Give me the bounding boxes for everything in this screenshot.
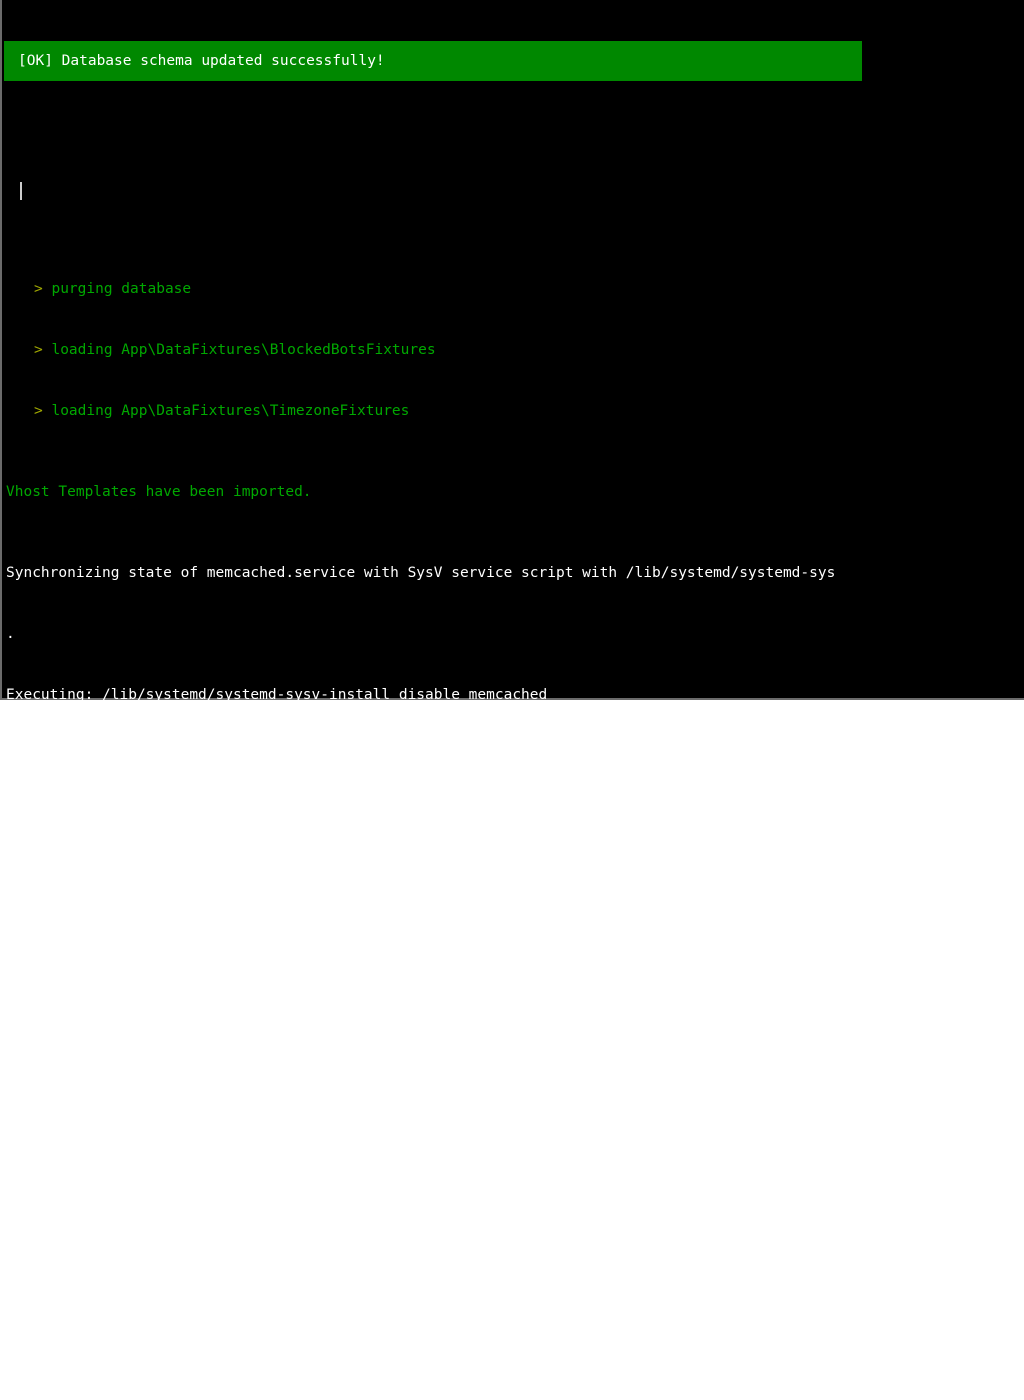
vhost-imported-line: Vhost Templates have been imported. xyxy=(6,482,1024,502)
output-line: Warning: Since password will be sent to … xyxy=(6,1111,1024,1131)
output-line: Processing triggers for systemd (241-7~d… xyxy=(6,1294,1024,1314)
output-line: Processing triggers for libc-bin (2.28-1… xyxy=(6,1233,1024,1253)
ok-banner: [OK] Database schema updated successfull… xyxy=(4,41,862,81)
output-line: vm.overcommit_memory = 1 xyxy=(6,1050,1024,1070)
output-line: ty. xyxy=(6,1172,1024,1192)
terminal-window[interactable]: [OK] Database schema updated successfull… xyxy=(0,0,1024,700)
output-line: Synchronizing state of memcached.service… xyxy=(6,563,1024,583)
output-line: Executing: /lib/systemd/systemd-sysv-ins… xyxy=(6,685,1024,705)
output-line: Removed /etc/systemd/system/multi-user.t… xyxy=(6,989,1024,1009)
output-line: 5). xyxy=(6,807,1024,827)
fixture-line-purging: > purging database xyxy=(6,279,1024,299)
output-line: insserv: warning: current stop runlevel(… xyxy=(6,868,1024,888)
fixture-line-bots: > loading App\DataFixtures\BlockedBotsFi… xyxy=(6,340,1024,360)
output-line: Processing triggers for man-db (2.8.5-2)… xyxy=(6,1355,1024,1375)
output-line: . xyxy=(6,624,1024,644)
output-line: (0 1 6). xyxy=(6,928,1024,948)
fixture-line-tz: > loading App\DataFixtures\TimezoneFixtu… xyxy=(6,401,1024,421)
output-line: insserv: warning: current start runlevel… xyxy=(6,746,1024,766)
blinking-cursor-top xyxy=(6,182,1024,200)
